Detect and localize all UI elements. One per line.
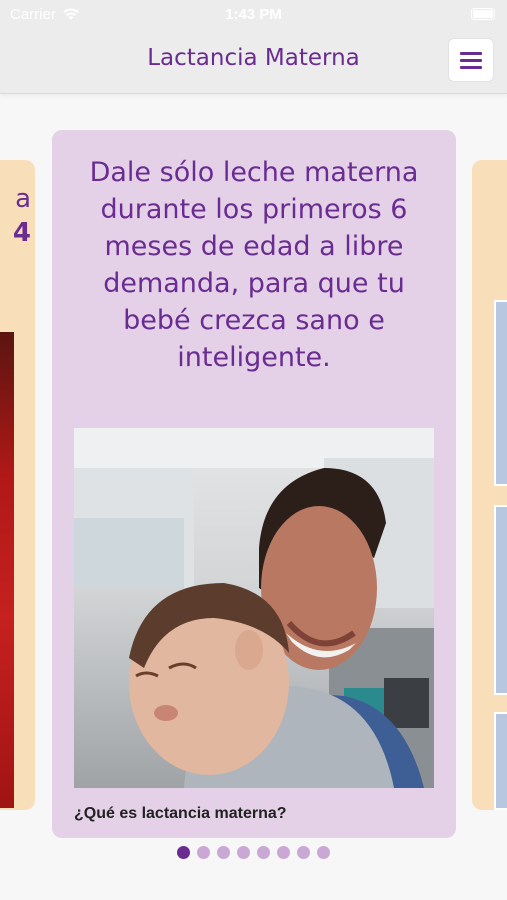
previous-card-number-fragment: 4 bbox=[12, 218, 31, 248]
page-dot[interactable] bbox=[217, 846, 230, 859]
carousel-card[interactable]: Dale sólo leche materna durante los prim… bbox=[52, 130, 456, 838]
navigation-bar: Lactancia Materna bbox=[0, 30, 507, 94]
card-message: Dale sólo leche materna durante los prim… bbox=[89, 157, 419, 373]
previous-card[interactable]: a 4 bbox=[0, 160, 35, 810]
page-dot[interactable] bbox=[257, 846, 270, 859]
hamburger-menu-icon bbox=[460, 51, 482, 55]
next-card-image-3 bbox=[494, 712, 507, 810]
next-card-image-2 bbox=[494, 505, 507, 695]
page-dot[interactable] bbox=[177, 846, 190, 859]
card-caption-link[interactable]: ¿Qué es lactancia materna? bbox=[74, 805, 287, 823]
next-card-image-1 bbox=[494, 300, 507, 486]
page-dot[interactable] bbox=[237, 846, 250, 859]
menu-button[interactable] bbox=[448, 38, 494, 82]
next-card[interactable] bbox=[472, 160, 507, 810]
battery-icon bbox=[471, 8, 495, 20]
page-title: Lactancia Materna bbox=[147, 45, 360, 71]
previous-card-text-fragment: a bbox=[15, 184, 31, 214]
carousel-page-indicator bbox=[0, 846, 507, 859]
status-bar: Carrier 1:43 PM bbox=[0, 0, 507, 30]
page-dot[interactable] bbox=[297, 846, 310, 859]
page-dot[interactable] bbox=[277, 846, 290, 859]
clock: 1:43 PM bbox=[225, 6, 282, 23]
page-dot[interactable] bbox=[317, 846, 330, 859]
previous-card-image bbox=[0, 332, 14, 808]
page-dot[interactable] bbox=[197, 846, 210, 859]
mother-baby-photo bbox=[74, 428, 434, 788]
